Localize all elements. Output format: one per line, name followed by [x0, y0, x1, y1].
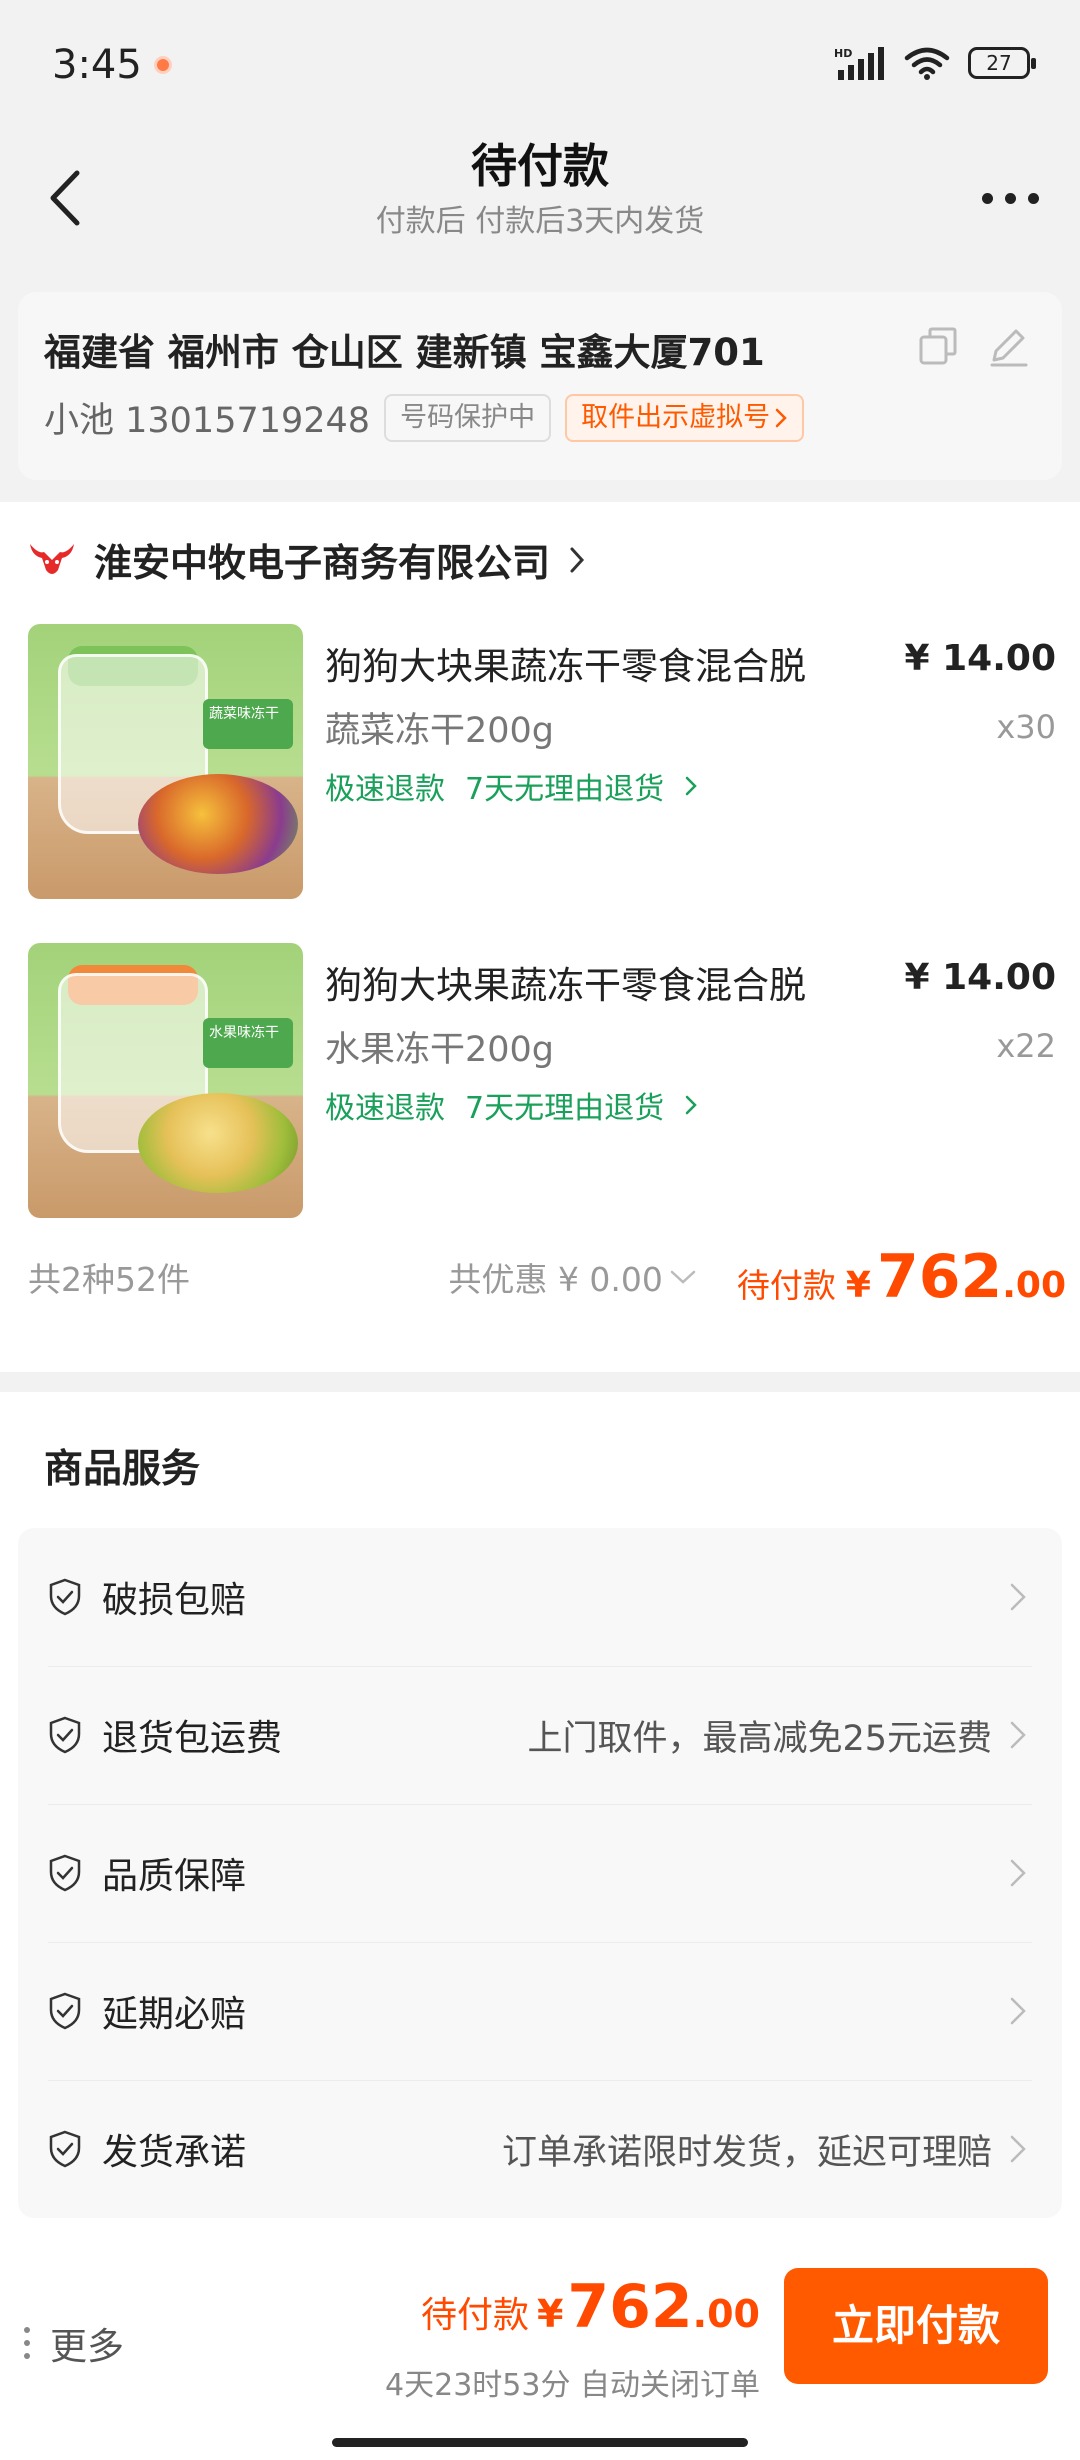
status-icons: HD 27: [834, 46, 1036, 80]
seven-day-return-tag: 7天无理由退货: [465, 1091, 665, 1126]
chevron-right-icon: [1010, 1721, 1026, 1749]
nav-bar: 待付款 付款后 付款后3天内发货: [0, 130, 1080, 270]
item-count: 共2种52件: [28, 1260, 190, 1299]
service-label: 退货包运费: [102, 1718, 283, 1759]
thumb-label: 蔬菜味冻干: [203, 699, 293, 749]
notification-icon: [154, 56, 172, 74]
product-name: 狗狗大块果蔬冻干零食混合脱: [325, 964, 806, 1007]
order-card: 淮安中牧电子商务有限公司 蔬菜味冻干 狗狗大块果蔬冻干零食混合脱 ¥ 14.00…: [0, 502, 1080, 1372]
home-indicator[interactable]: [332, 2438, 748, 2447]
discount-toggle[interactable]: 共优惠 ¥ 0.00: [448, 1253, 696, 1301]
shop-row[interactable]: 淮安中牧电子商务有限公司: [28, 532, 586, 587]
product-item[interactable]: 水果味冻干 狗狗大块果蔬冻干零食混合脱 ¥ 14.00 水果冻干200g x22…: [28, 943, 1058, 1219]
product-tags: 极速退款 7天无理由退货: [325, 1083, 698, 1127]
service-item-damage[interactable]: 破损包赔: [18, 1528, 1062, 1666]
bottom-pending-amount: 待付款 ¥ 762 .00: [421, 2272, 760, 2342]
fast-refund-tag: 极速退款: [325, 1091, 445, 1126]
product-spec: 蔬菜冻干200g: [325, 711, 555, 751]
status-time: 3:45: [52, 42, 142, 88]
product-name: 狗狗大块果蔬冻干零食混合脱: [325, 645, 806, 688]
thumb-label: 水果味冻干: [203, 1018, 293, 1068]
more-options-icon[interactable]: [970, 168, 1050, 228]
shield-check-icon: [49, 1854, 81, 1892]
more-button[interactable]: 更多: [24, 2316, 124, 2370]
chevron-right-icon: [1010, 1583, 1026, 1611]
product-price: ¥ 14.00: [904, 638, 1056, 679]
chevron-right-icon: [570, 547, 585, 572]
chevron-right-icon: [685, 1095, 697, 1115]
amount-decimal: .00: [1002, 1265, 1066, 1306]
product-price: ¥ 14.00: [904, 957, 1056, 998]
privacy-tag: 号码保护中: [384, 393, 552, 442]
shield-check-icon: [49, 1578, 81, 1616]
service-desc: 订单承诺限时发货，延迟可理赔: [501, 2132, 992, 2173]
wifi-icon: [904, 47, 950, 80]
address-card[interactable]: 福建省 福州市 仓山区 建新镇 宝鑫大厦701 小池 13015719248 号…: [18, 292, 1062, 480]
chevron-right-icon: [685, 776, 697, 796]
product-qty: x22: [996, 1027, 1056, 1065]
shield-check-icon: [49, 1716, 81, 1754]
page-subtitle: 付款后 付款后3天内发货: [375, 204, 705, 239]
chevron-right-icon: [1010, 1859, 1026, 1887]
shield-check-icon: [49, 2130, 81, 2168]
services-list: 破损包赔 退货包运费 上门取件，最高减免25元运费 品质保障 延期必赔 发货承诺…: [18, 1528, 1062, 2218]
product-tags: 极速退款 7天无理由退货: [325, 764, 698, 808]
shop-name: 淮安中牧电子商务有限公司: [94, 541, 551, 585]
bottom-bar: 更多 待付款 ¥ 762 .00 4天23时53分 自动关闭订单 立即付款: [0, 2254, 1080, 2460]
currency-symbol: ¥: [845, 1265, 871, 1306]
chevron-right-icon: [1010, 1997, 1026, 2025]
pay-now-button[interactable]: 立即付款: [784, 2268, 1048, 2384]
discount-text: 共优惠 ¥ 0.00: [448, 1260, 663, 1299]
contact-row: 小池 13015719248 号码保护中 取件出示虚拟号: [44, 392, 805, 443]
service-item-delay[interactable]: 延期必赔: [18, 1942, 1062, 2080]
service-label: 破损包赔: [102, 1580, 247, 1621]
service-item-quality[interactable]: 品质保障: [18, 1804, 1062, 1942]
product-item[interactable]: 蔬菜味冻干 狗狗大块果蔬冻干零食混合脱 ¥ 14.00 蔬菜冻干200g x30…: [28, 624, 1058, 900]
pending-label: 待付款: [420, 2295, 529, 2336]
svg-text:HD: HD: [834, 47, 852, 60]
service-label: 品质保障: [102, 1856, 247, 1897]
amount-decimal: .00: [692, 2292, 760, 2336]
more-label: 更多: [50, 2325, 124, 2368]
plate: [138, 1093, 298, 1193]
shield-check-icon: [49, 1992, 81, 2030]
service-desc: 上门取件，最高减免25元运费: [527, 1718, 992, 1759]
seven-day-return-tag: 7天无理由退货: [465, 772, 665, 807]
service-label: 发货承诺: [102, 2132, 247, 2173]
product-qty: x30: [996, 708, 1056, 746]
chevron-right-icon: [775, 408, 787, 427]
copy-icon[interactable]: [918, 326, 958, 366]
service-label: 延期必赔: [102, 1994, 247, 2035]
signal-icon: HD: [834, 47, 884, 80]
services-title: 商品服务: [44, 1447, 201, 1492]
product-spec: 水果冻干200g: [325, 1030, 555, 1070]
contact-info: 小池 13015719248: [44, 401, 371, 441]
status-bar: 3:45 HD 27: [0, 0, 1080, 130]
edit-icon[interactable]: [986, 324, 1030, 368]
pending-label: 待付款: [736, 1266, 836, 1305]
pending-amount: 待付款 ¥ 762 .00: [737, 1242, 1066, 1312]
order-summary: 共2种52件 共优惠 ¥ 0.00 待付款 ¥ 762 .00: [28, 1242, 1066, 1312]
service-item-return-shipping[interactable]: 退货包运费 上门取件，最高减免25元运费: [18, 1666, 1062, 1804]
more-dots-icon: [24, 2327, 30, 2359]
battery-icon: 27: [968, 47, 1036, 79]
auto-close-countdown: 4天23时53分 自动关闭订单: [385, 2368, 760, 2403]
shop-logo-icon: [30, 543, 74, 574]
plate: [138, 774, 298, 874]
amount-integer: 762: [876, 1242, 1003, 1312]
product-image[interactable]: 水果味冻干: [28, 943, 303, 1218]
amount-integer: 762: [567, 2272, 693, 2342]
chevron-down-icon: [670, 1270, 696, 1284]
service-item-shipping-promise[interactable]: 发货承诺 订单承诺限时发货，延迟可理赔: [18, 2080, 1062, 2218]
product-image[interactable]: 蔬菜味冻干: [28, 624, 303, 899]
address-line: 福建省 福州市 仓山区 建新镇 宝鑫大厦701: [44, 331, 765, 374]
virtual-number-label: 取件出示虚拟号: [581, 401, 771, 433]
service-card: 商品服务 破损包赔 退货包运费 上门取件，最高减免25元运费 品质保障 延期必赔: [0, 1392, 1080, 2254]
fast-refund-tag: 极速退款: [325, 772, 445, 807]
page-title: 待付款: [471, 139, 609, 193]
virtual-number-tag[interactable]: 取件出示虚拟号: [565, 393, 805, 442]
currency-symbol: ¥: [536, 2292, 564, 2336]
chevron-right-icon: [1010, 2135, 1026, 2163]
